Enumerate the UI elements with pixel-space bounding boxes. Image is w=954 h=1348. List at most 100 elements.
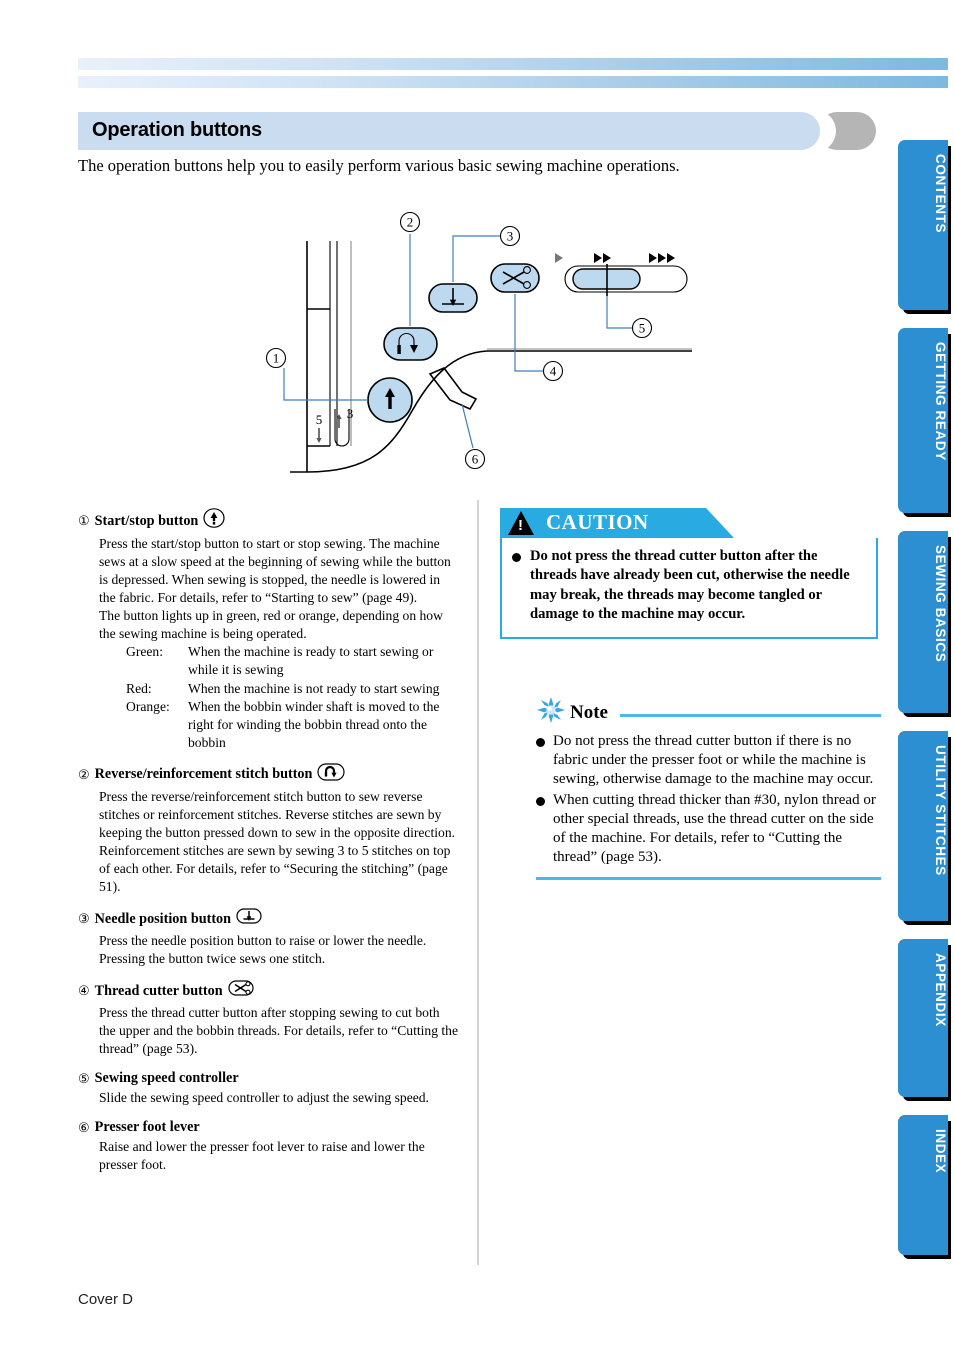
sidebar-item-index[interactable]: INDEX: [898, 1115, 948, 1255]
note-box: Note Do not press the thread cutter butt…: [536, 696, 881, 881]
color-value: When the machine is not ready to start s…: [188, 680, 440, 696]
item-number: ①: [78, 513, 90, 529]
manual-page: Operation buttons The operation buttons …: [0, 0, 954, 1348]
sidebar-item-sewing-basics[interactable]: SEWING BASICS: [898, 531, 948, 713]
note-rule: [619, 714, 881, 717]
callout-1: 1: [265, 347, 287, 369]
item-heading: ⑤ Sewing speed controller: [78, 1069, 458, 1088]
caution-content: Do not press the thread cutter button af…: [500, 538, 878, 639]
item-paragraph: Press the start/stop button to start or …: [99, 535, 451, 606]
svg-text:1: 1: [273, 351, 280, 366]
svg-text:5: 5: [316, 412, 323, 427]
list-item: When cutting thread thicker than #30, ny…: [536, 791, 881, 868]
item-number: ③: [78, 911, 90, 927]
list-item: ③ Needle position button Press the needl…: [78, 907, 458, 968]
page-title: Operation buttons: [92, 119, 262, 141]
svg-text:3: 3: [507, 229, 514, 244]
item-heading: ③ Needle position button: [78, 907, 458, 931]
item-body: Raise and lower the presser foot lever t…: [78, 1138, 458, 1174]
thread-cutter-icon: [228, 979, 254, 1003]
note-header: Note: [536, 696, 881, 729]
svg-text:2: 2: [407, 215, 414, 230]
note-content: Do not press the thread cutter button if…: [536, 732, 881, 867]
list-item: ④ Thread cutter button Press the thread …: [78, 979, 458, 1058]
operation-buttons-diagram: .ln{stroke:#000;stroke-width:1.6;fill:no…: [262, 196, 692, 486]
color-key: Green:: [126, 644, 163, 660]
item-number: ⑤: [78, 1071, 90, 1087]
table-row: Red: When the machine is not ready to st…: [126, 680, 458, 698]
item-body: Press the thread cutter button after sto…: [78, 1004, 458, 1058]
color-key: Red:: [126, 680, 152, 696]
color-value: When the bobbin winder shaft is moved to…: [188, 698, 440, 750]
table-row: Green: When the machine is ready to star…: [126, 643, 458, 679]
svg-text:5: 5: [639, 321, 646, 336]
item-heading: ④ Thread cutter button: [78, 979, 458, 1003]
item-label: Needle position button: [94, 910, 232, 927]
item-body: Slide the sewing speed controller to adj…: [78, 1089, 458, 1107]
table-row: Orange: When the bobbin winder shaft is …: [126, 698, 458, 752]
item-number: ⑥: [78, 1120, 90, 1136]
item-paragraph: Slide the sewing speed controller to adj…: [99, 1090, 429, 1106]
bullet-icon: [536, 738, 545, 747]
header-decor-bar-top: [78, 58, 948, 70]
callout-2: 2: [399, 211, 421, 233]
item-label: Presser foot lever: [94, 1119, 200, 1136]
item-body: Press the needle position button to rais…: [78, 932, 458, 968]
note-text: When cutting thread thicker than #30, ny…: [553, 791, 876, 866]
sidebar-item-contents[interactable]: CONTENTS: [898, 140, 948, 310]
callout-3: 3: [499, 225, 521, 247]
item-heading: ① Start/stop button: [78, 508, 458, 534]
color-value: When the machine is ready to start sewin…: [188, 644, 434, 678]
intro-paragraph: The operation buttons help you to easily…: [78, 156, 680, 175]
note-bottom-rule: [536, 877, 881, 881]
sparkle-icon: [536, 696, 566, 729]
tab-label: INDEX: [933, 1129, 948, 1174]
bullet-icon: [536, 796, 545, 806]
item-number: ④: [78, 983, 90, 999]
sidebar-item-getting-ready[interactable]: GETTING READY: [898, 328, 948, 513]
tab-label: SEWING BASICS: [933, 545, 948, 663]
note-label: Note: [570, 701, 608, 723]
tab-label: APPENDIX: [933, 953, 948, 1027]
item-heading: ⑥ Presser foot lever: [78, 1118, 458, 1137]
column-divider: [477, 500, 479, 1265]
item-paragraph: Press the thread cutter button after sto…: [99, 1005, 459, 1057]
svg-text:6: 6: [472, 452, 479, 467]
list-item: ① Start/stop button Press the start/stop…: [78, 508, 458, 752]
sidebar-item-utility-stitches[interactable]: UTILITY STITCHES: [898, 731, 948, 921]
tab-label: CONTENTS: [933, 154, 948, 234]
caution-text: Do not press the thread cutter button af…: [530, 548, 850, 623]
callout-4: 4: [542, 360, 564, 382]
list-item: ⑤ Sewing speed controller Slide the sewi…: [78, 1069, 458, 1107]
item-label: Reverse/reinforcement stitch button: [94, 766, 313, 783]
item-paragraph: The button lights up in green, red or or…: [99, 608, 443, 642]
caution-box: CAUTION Do not press the thread cutter b…: [500, 508, 878, 639]
tab-label: UTILITY STITCHES: [933, 745, 948, 876]
svg-text:4: 4: [550, 364, 557, 379]
list-item: ⑥ Presser foot lever Raise and lower the…: [78, 1118, 458, 1174]
item-number: ②: [78, 767, 90, 783]
heading-banner: Operation buttons: [78, 112, 820, 150]
callout-6: 6: [464, 448, 486, 470]
color-key: Orange:: [126, 698, 170, 714]
start-stop-icon: [203, 508, 225, 534]
item-body: Press the start/stop button to start or …: [78, 535, 458, 643]
item-label: Start/stop button: [94, 512, 199, 529]
page-footer: Cover D: [78, 1291, 134, 1308]
caution-header: CAUTION: [500, 508, 734, 538]
item-paragraph: Press the needle position button to rais…: [99, 933, 427, 967]
list-item: Do not press the thread cutter button af…: [512, 547, 864, 625]
item-label: Sewing speed controller: [94, 1070, 239, 1087]
led-color-table: Green: When the machine is ready to star…: [78, 643, 458, 751]
callout-5: 5: [631, 317, 653, 339]
note-text: Do not press the thread cutter button if…: [553, 733, 874, 788]
item-label: Thread cutter button: [94, 982, 223, 999]
tab-label: GETTING READY: [933, 342, 948, 461]
svg-text:3: 3: [347, 406, 354, 421]
descriptions-column: ① Start/stop button Press the start/stop…: [78, 508, 458, 1185]
reverse-stitch-icon: [317, 763, 346, 787]
bullet-icon: [512, 553, 521, 562]
needle-position-icon: [236, 907, 262, 931]
item-heading: ② Reverse/reinforcement stitch button: [78, 763, 458, 787]
sidebar-item-appendix[interactable]: APPENDIX: [898, 939, 948, 1097]
